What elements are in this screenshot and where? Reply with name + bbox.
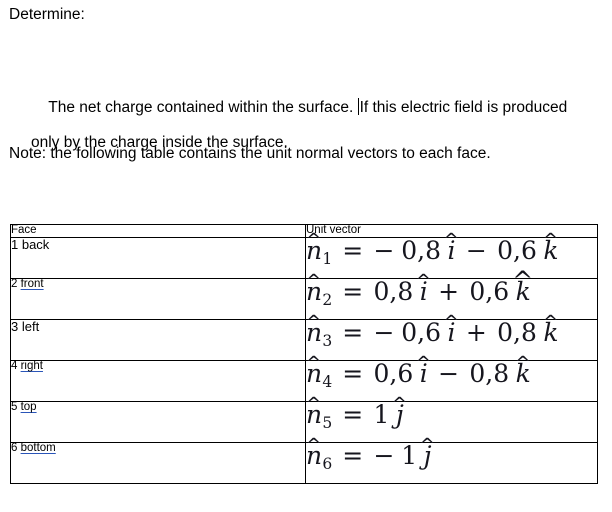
hat-accent-k: k ^ xyxy=(512,265,534,306)
hat-accent-k: k ^ xyxy=(542,228,560,265)
face-label: top xyxy=(20,401,37,413)
table-row: 3 left n ^ 3 = −0,6 i ^ +0,8 k ^ xyxy=(10,310,598,361)
table-body: 1 back n ^ 1 = −0,8 i ^ −0,6 k ^ 2 front n ^ 2 = 0,8 i ^ +0… xyxy=(10,228,598,484)
text-caret xyxy=(357,98,359,115)
table-row: 6 bottom n ^ 6 = −1 j ^ xyxy=(10,433,598,484)
hat-accent-k: k ^ xyxy=(542,310,560,347)
hat-accent-i: i ^ xyxy=(415,269,433,306)
face-cell-back: 1 back xyxy=(10,237,306,279)
note-paragraph: Note: the following table contains the u… xyxy=(9,145,491,162)
table-row: 1 back n ^ 1 = −0,8 i ^ −0,6 k ^ xyxy=(10,228,598,279)
face-cell-top: 5 top xyxy=(10,401,306,443)
unit-vector-cell-2: n ^ 2 = 0,8 i ^ +0,6 k ^ xyxy=(305,265,598,320)
unit-vector-cell-5: n ^ 5 = 1 j ^ xyxy=(305,392,598,443)
unit-vector-formula: n ^ 5 = 1 j ^ xyxy=(305,392,409,432)
face-cell-bottom: 6 bottom xyxy=(10,442,306,484)
face-label: left xyxy=(21,319,40,334)
face-label: back xyxy=(21,237,50,252)
hat-accent-n: n ^ xyxy=(305,351,323,388)
body-paragraph-before-caret: The net charge contained within the surf… xyxy=(48,99,358,116)
hat-accent-n: n ^ xyxy=(305,228,323,265)
face-label: front xyxy=(20,278,44,290)
unit-vector-cell-1: n ^ 1 = −0,8 i ^ −0,6 k ^ xyxy=(305,228,598,279)
hat-accent-n: n ^ xyxy=(305,433,323,470)
column-header-face: Face xyxy=(10,224,306,238)
body-paragraph[interactable]: The net charge contained within the surf… xyxy=(31,55,599,195)
hat-accent-i: i ^ xyxy=(442,228,460,265)
hat-accent-n: n ^ xyxy=(305,310,323,347)
face-label: right xyxy=(20,360,43,372)
face-cell-front: 2 front xyxy=(10,278,306,320)
hat-accent-n: n ^ xyxy=(305,392,323,429)
face-cell-right: 4 right xyxy=(10,360,306,402)
unit-vector-cell-6: n ^ 6 = −1 j ^ xyxy=(305,433,598,484)
table-row: 2 front n ^ 2 = 0,8 i ^ +0,6 k ^ xyxy=(10,265,598,320)
hat-accent-n: n ^ xyxy=(305,269,323,306)
unit-vector-formula: n ^ 1 = −0,8 i ^ −0,6 k ^ xyxy=(305,228,560,268)
unit-vector-cell-4: n ^ 4 = 0,6 i ^ −0,8 k ^ xyxy=(305,351,598,402)
hat-accent-k: k ^ xyxy=(514,351,532,388)
hat-accent-i: i ^ xyxy=(415,351,433,388)
table-row: 5 top n ^ 5 = 1 j ^ xyxy=(10,392,598,443)
face-label: bottom xyxy=(20,442,56,454)
hat-accent-j: j ^ xyxy=(418,433,436,470)
hat-accent-j: j ^ xyxy=(391,392,409,429)
unit-vector-formula: n ^ 3 = −0,6 i ^ +0,8 k ^ xyxy=(305,310,560,350)
face-cell-left: 3 left xyxy=(10,319,306,361)
page-heading: Determine: xyxy=(9,6,85,23)
unit-vector-formula: n ^ 6 = −1 j ^ xyxy=(305,433,436,473)
unit-vector-formula: n ^ 4 = 0,6 i ^ −0,8 k ^ xyxy=(305,351,532,391)
unit-vector-cell-3: n ^ 3 = −0,6 i ^ +0,8 k ^ xyxy=(305,310,598,361)
unit-normal-vectors-table: Face Unit vector 1 back n ^ 1 = −0,8 i ^ −0,6 k ^ 2… xyxy=(10,224,598,484)
table-row: 4 right n ^ 4 = 0,6 i ^ −0,8 k ^ xyxy=(10,351,598,402)
document-page: Determine: The net charge contained with… xyxy=(0,0,612,512)
unit-vector-formula: n ^ 2 = 0,8 i ^ +0,6 k ^ xyxy=(305,265,534,309)
hat-accent-i: i ^ xyxy=(442,310,460,347)
